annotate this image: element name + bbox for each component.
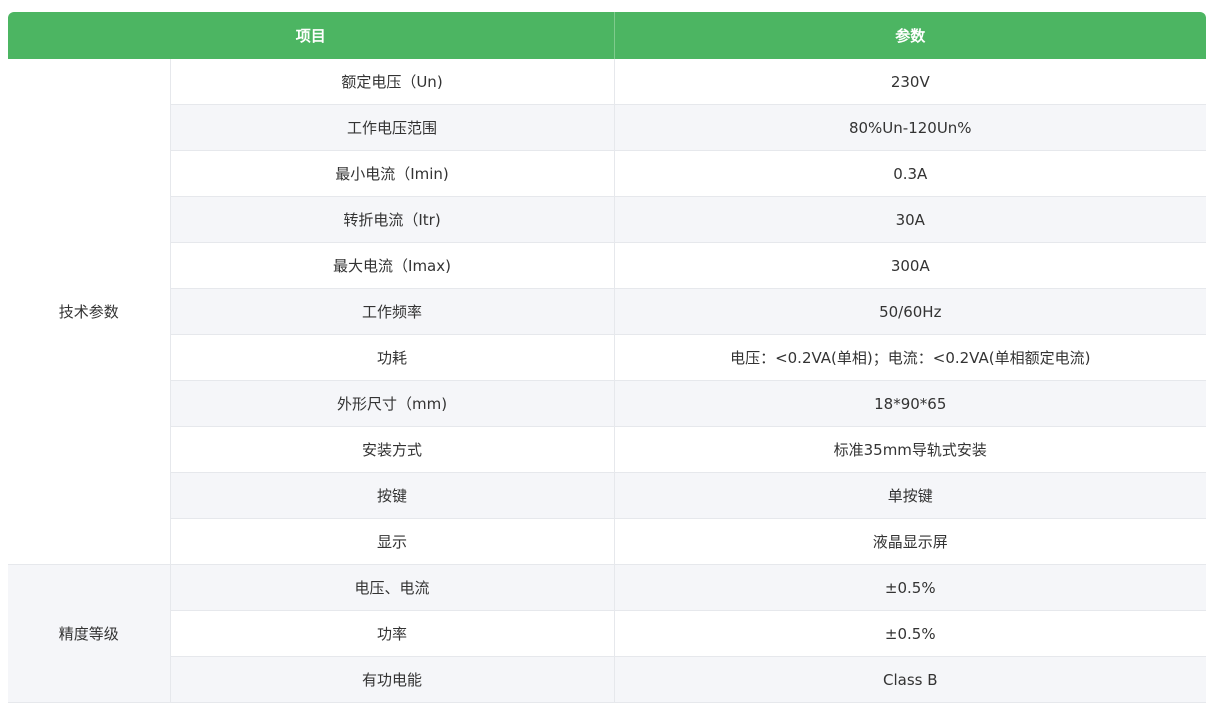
table-row: 外形尺寸（mm) 18*90*65 (8, 380, 1207, 427)
table-row: 有功电能 Class B (8, 656, 1207, 703)
table-row: 功率 ±0.5% (8, 610, 1207, 657)
row-value: ±0.5% (614, 564, 1207, 611)
row-value: 300A (614, 242, 1207, 289)
row-value: 80%Un-120Un% (614, 104, 1207, 151)
table-row: 显示 液晶显示屏 (8, 518, 1207, 565)
row-value: 230V (614, 59, 1207, 105)
row-value: Class B (614, 656, 1207, 703)
table-row: 工作电压范围 80%Un-120Un% (8, 104, 1207, 151)
group-label-tech: 技术参数 (8, 59, 171, 565)
row-value: 0.3A (614, 150, 1207, 197)
row-item: 工作电压范围 (170, 104, 615, 151)
header-item: 项目 (8, 12, 615, 59)
table-row: 精度等级 电压、电流 ±0.5% (8, 564, 1207, 703)
table-header-row: 项目 参数 (8, 12, 1207, 59)
row-value: 30A (614, 196, 1207, 243)
row-value: 电压：<0.2VA(单相)；电流：<0.2VA(单相额定电流) (614, 334, 1207, 381)
table-row: 技术参数 额定电压（Un) 230V (8, 59, 1207, 565)
table-row: 功耗 电压：<0.2VA(单相)；电流：<0.2VA(单相额定电流) (8, 334, 1207, 381)
table-row: 最小电流（Imin) 0.3A (8, 150, 1207, 197)
table-row: 安装方式 标准35mm导轨式安装 (8, 426, 1207, 473)
row-item: 转折电流（Itr) (170, 196, 615, 243)
row-value: 50/60Hz (614, 288, 1207, 335)
row-item: 外形尺寸（mm) (170, 380, 615, 427)
group-label-accuracy: 精度等级 (8, 564, 171, 703)
spec-table: 项目 参数 技术参数 额定电压（Un) 230V 工作电压范围 80%Un-12… (8, 12, 1207, 703)
row-value: 单按键 (614, 472, 1207, 519)
header-param: 参数 (614, 12, 1207, 59)
row-item: 有功电能 (170, 656, 615, 703)
table-row: 按键 单按键 (8, 472, 1207, 519)
row-item: 显示 (170, 518, 615, 565)
row-item: 功率 (170, 610, 615, 657)
row-value: 液晶显示屏 (614, 518, 1207, 565)
row-item: 按键 (170, 472, 615, 519)
row-item: 安装方式 (170, 426, 615, 473)
row-value: ±0.5% (614, 610, 1207, 657)
row-value: 标准35mm导轨式安装 (614, 426, 1207, 473)
row-item: 电压、电流 (170, 564, 615, 611)
row-value: 18*90*65 (614, 380, 1207, 427)
row-item: 最小电流（Imin) (170, 150, 615, 197)
table-row: 转折电流（Itr) 30A (8, 196, 1207, 243)
row-item: 工作频率 (170, 288, 615, 335)
table-row: 工作频率 50/60Hz (8, 288, 1207, 335)
row-item: 最大电流（Imax) (170, 242, 615, 289)
table-row: 最大电流（Imax) 300A (8, 242, 1207, 289)
row-item: 功耗 (170, 334, 615, 381)
spec-table-container: 项目 参数 技术参数 额定电压（Un) 230V 工作电压范围 80%Un-12… (8, 12, 1207, 703)
row-item: 额定电压（Un) (170, 59, 615, 105)
